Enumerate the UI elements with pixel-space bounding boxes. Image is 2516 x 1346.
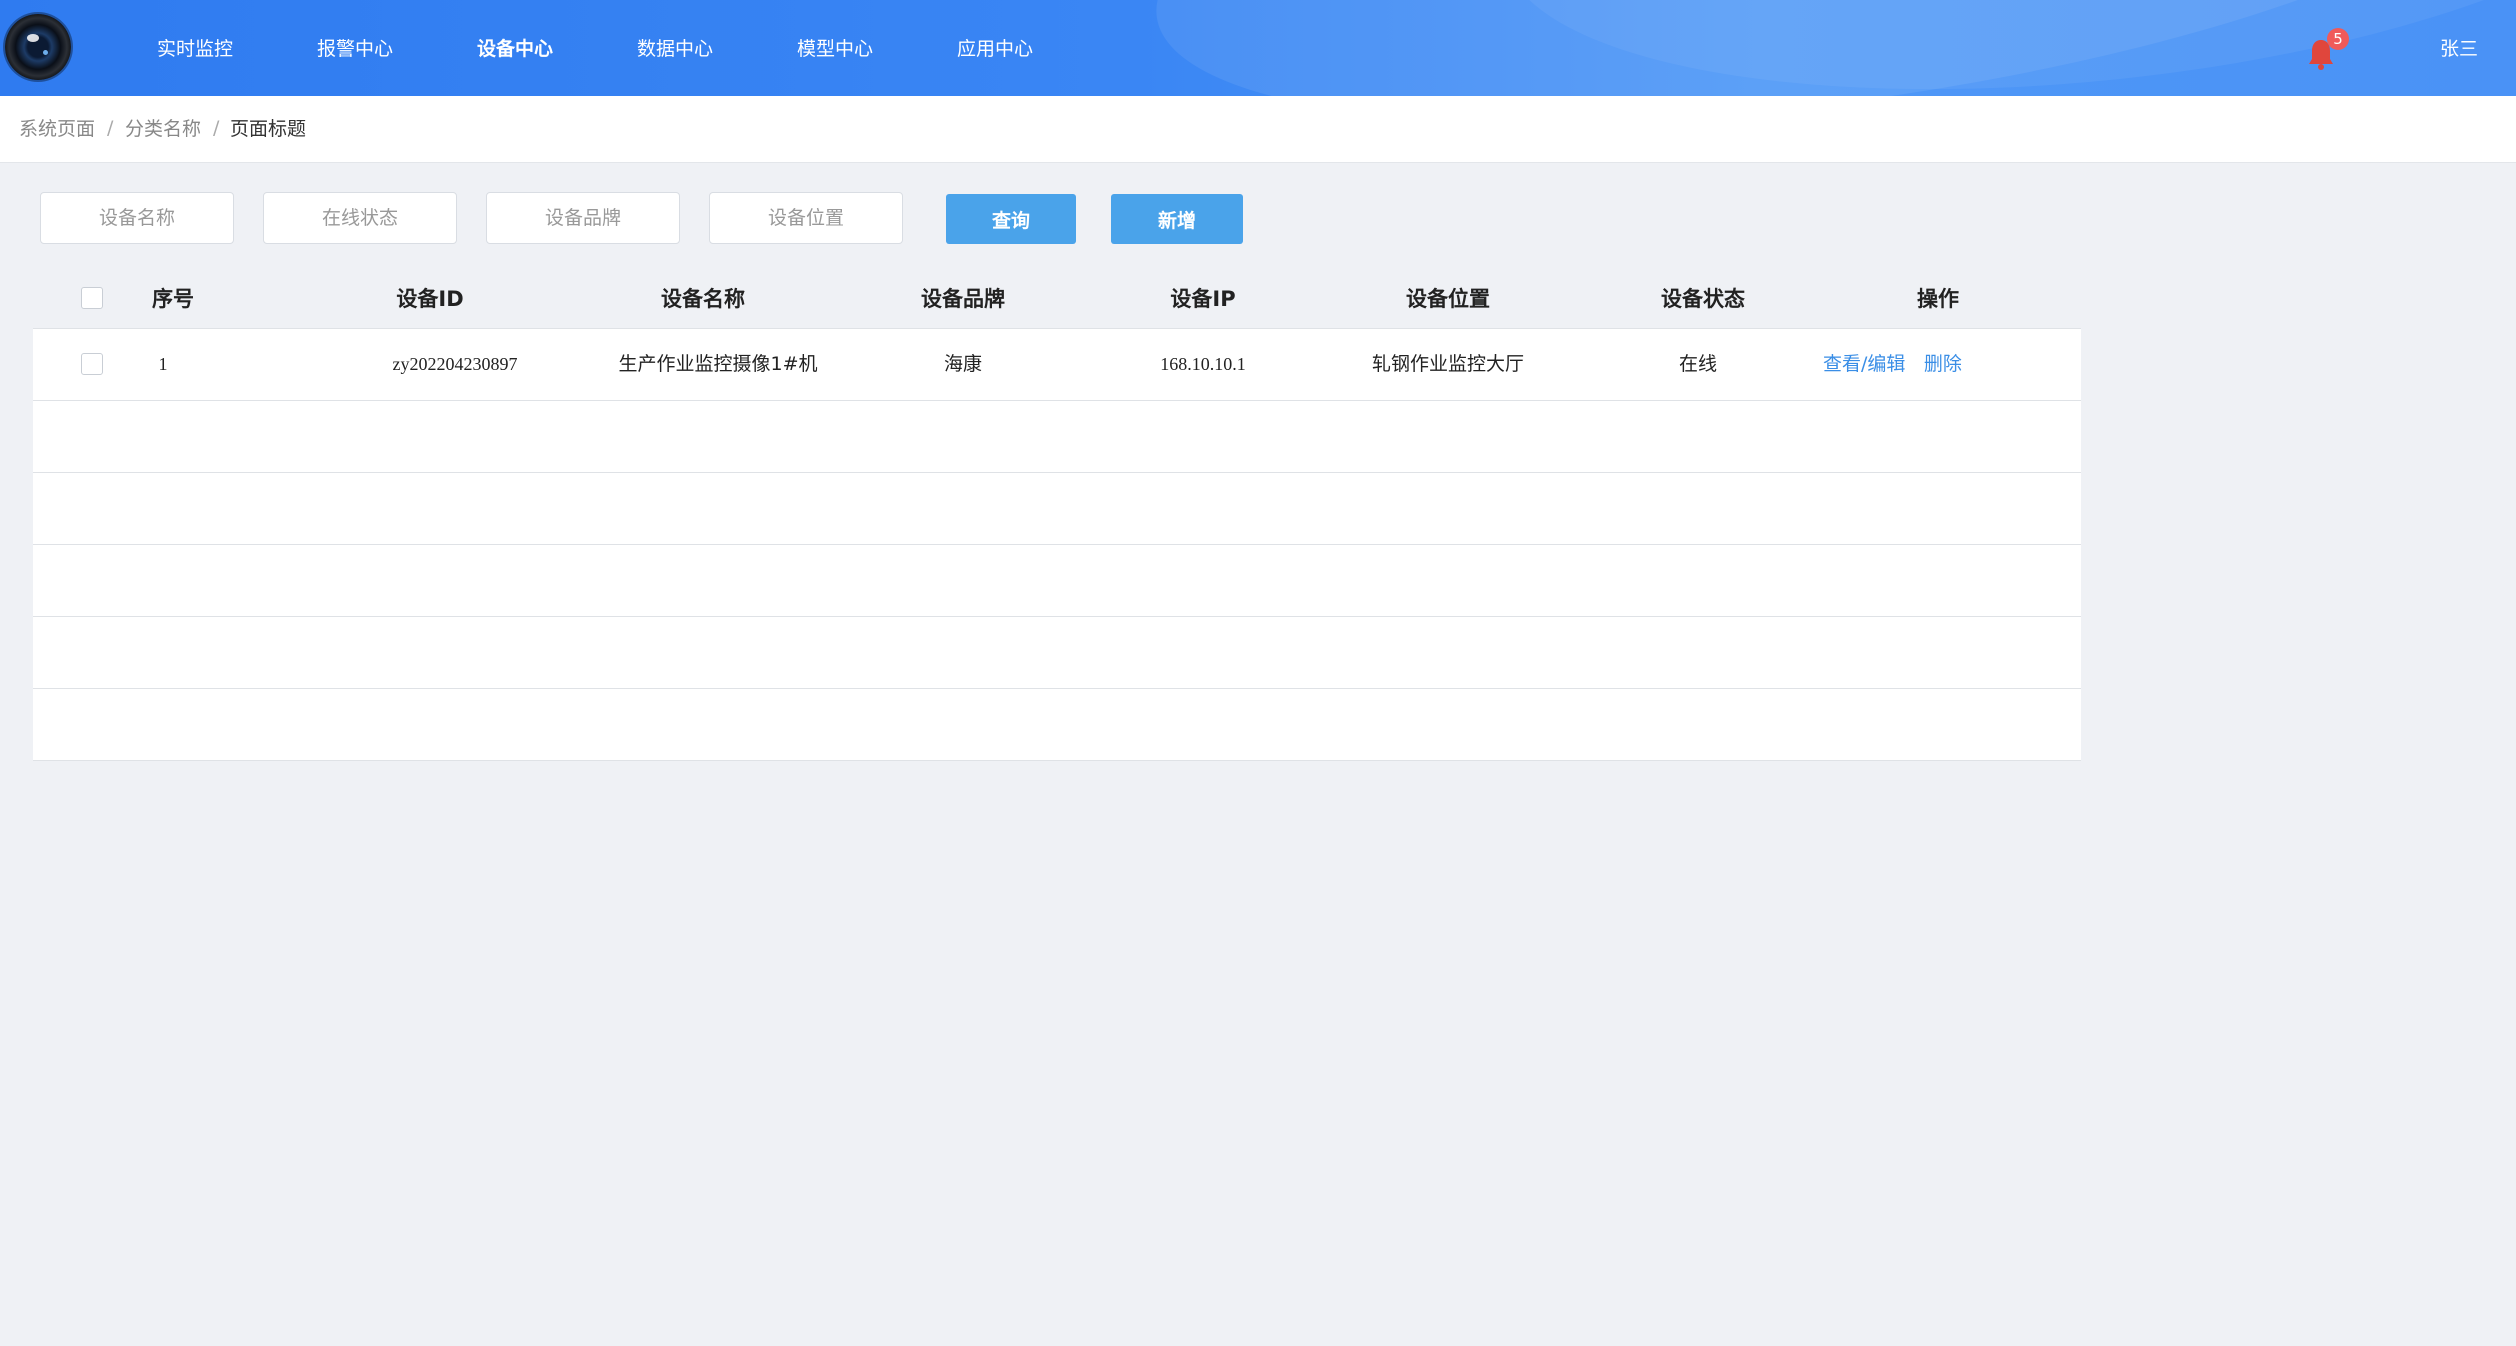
nav-item-realtime-monitoring[interactable]: 实时监控 <box>157 0 233 96</box>
nav-item-alarm-center[interactable]: 报警中心 <box>317 0 393 96</box>
device-location-input[interactable] <box>709 192 903 244</box>
column-header-brand: 设备品牌 <box>921 287 1005 311</box>
breadcrumb-separator: / <box>107 117 114 139</box>
query-button[interactable]: 查询 <box>946 194 1076 244</box>
cell-device-id: zy202204230897 <box>392 354 518 374</box>
column-header-location: 设备位置 <box>1406 287 1490 311</box>
table-row: 1 zy202204230897 生产作业监控摄像1#机 海康 168.10.1… <box>33 328 2081 400</box>
notification-badge: 5 <box>2327 28 2349 50</box>
nav-item-app-center[interactable]: 应用中心 <box>957 0 1033 96</box>
top-navigation-bar: 实时监控 报警中心 设备中心 数据中心 模型中心 应用中心 5 张三 <box>0 0 2516 96</box>
breadcrumb-item-category[interactable]: 分类名称 <box>125 96 201 162</box>
online-status-input[interactable] <box>263 192 457 244</box>
table-header: 序号 设备ID 设备名称 设备品牌 设备IP 设备位置 设备状态 操作 <box>33 268 2081 328</box>
add-button[interactable]: 新增 <box>1111 194 1243 244</box>
table-row-empty <box>33 544 2081 616</box>
table-row-empty <box>33 616 2081 688</box>
nav-item-data-center[interactable]: 数据中心 <box>637 0 713 96</box>
table-row-empty <box>33 688 2081 761</box>
breadcrumb: 系统页面 / 分类名称 / 页面标题 <box>0 96 2516 163</box>
cell-location: 轧钢作业监控大厅 <box>1371 353 1524 375</box>
cell-status: 在线 <box>1678 353 1717 375</box>
column-header-actions: 操作 <box>1917 287 1959 311</box>
column-header-device-name: 设备名称 <box>661 287 745 311</box>
table-row-empty <box>33 472 2081 544</box>
column-header-status: 设备状态 <box>1661 287 1745 311</box>
cell-index: 1 <box>158 354 168 374</box>
column-header-index: 序号 <box>152 287 194 311</box>
user-name[interactable]: 张三 <box>2440 0 2478 96</box>
cell-brand: 海康 <box>943 353 982 375</box>
device-table: 序号 设备ID 设备名称 设备品牌 设备IP 设备位置 设备状态 操作 1 zy… <box>33 268 2081 761</box>
delete-link[interactable]: 删除 <box>1924 353 1962 375</box>
table-row-empty <box>33 400 2081 472</box>
select-all-checkbox[interactable] <box>81 287 103 309</box>
camera-lens-logo-icon[interactable] <box>5 14 71 80</box>
breadcrumb-item-system[interactable]: 系统页面 <box>19 96 95 162</box>
nav-item-model-center[interactable]: 模型中心 <box>797 0 873 96</box>
breadcrumb-item-current: 页面标题 <box>230 118 307 140</box>
nav-item-device-center[interactable]: 设备中心 <box>477 0 553 96</box>
breadcrumb-separator: / <box>213 117 220 139</box>
column-header-ip: 设备IP <box>1170 287 1236 311</box>
device-brand-input[interactable] <box>486 192 680 244</box>
cell-actions: 查看/编辑 删除 <box>1823 329 2053 400</box>
cell-ip: 168.10.10.1 <box>1160 354 1246 374</box>
column-header-device-id: 设备ID <box>396 287 464 311</box>
cell-device-name: 生产作业监控摄像1#机 <box>618 353 818 375</box>
row-checkbox[interactable] <box>81 353 103 375</box>
view-edit-link[interactable]: 查看/编辑 <box>1823 353 1905 375</box>
device-name-input[interactable] <box>40 192 234 244</box>
